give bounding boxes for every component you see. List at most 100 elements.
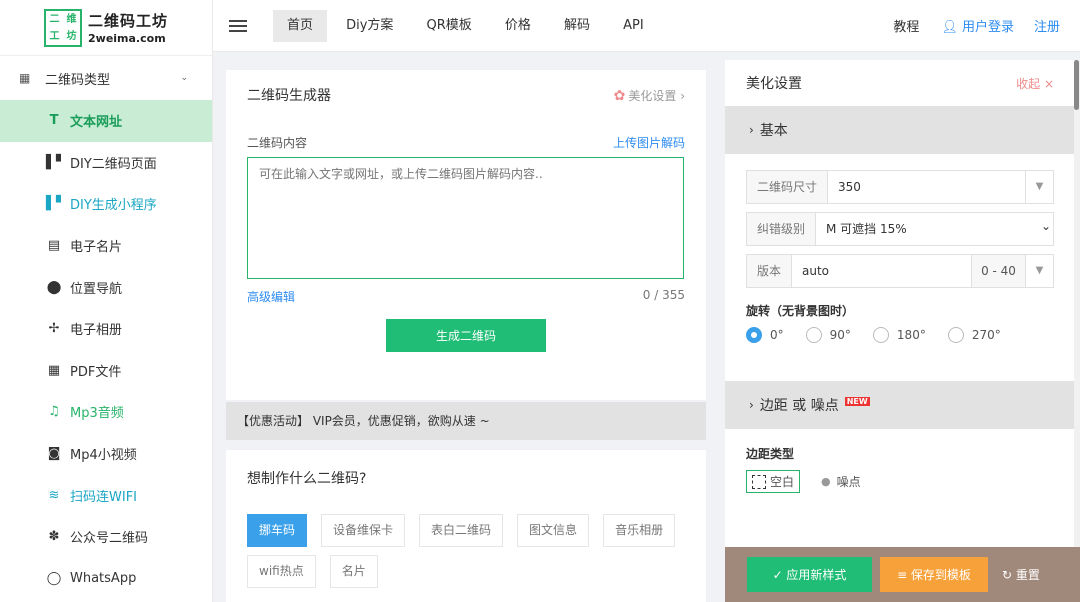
ecc-label: 纠错级别 [747,213,817,245]
qr-icon: ▦ [19,71,31,85]
ecc-select[interactable]: M 可遮挡 15% [816,210,1053,245]
scrollbar-thumb[interactable] [1074,60,1079,110]
margin-noise-label: 噪点 [836,475,861,489]
nav-home[interactable]: 首页 [273,9,328,42]
rotation-0[interactable]: 0° [746,327,784,343]
sidebar-item-text-url[interactable]: T 文本网址 [0,100,212,142]
chevron-down-icon: ⌄ [180,73,188,83]
hamburger-menu-icon[interactable] [229,17,247,35]
tag-maintenance-card[interactable]: 设备维保卡 [321,514,406,547]
user-icon: 👤︎ [941,20,962,35]
generate-qr-button[interactable]: 生成二维码 [386,319,546,352]
sidebar-item-wifi[interactable]: ≋ 扫码连WIFI [0,474,212,516]
rotation-title: 旋转（无背景图时） [746,304,855,318]
login-link[interactable]: 👤︎ 用户登录 [941,16,1014,35]
sidebar-item-whatsapp[interactable]: ◯ WhatsApp [0,558,212,600]
gear-icon: ✿ [613,87,626,104]
sidebar-item-mp3[interactable]: ♫ Mp3音频 [0,391,212,433]
tag-business-card[interactable]: 名片 [329,555,378,588]
nav-api[interactable]: API [609,10,658,42]
version-input[interactable]: auto [792,255,971,287]
sidebar-item-location[interactable]: ⬤ 位置导航 [0,266,212,308]
margin-noise-option[interactable]: ● 噪点 [816,471,866,492]
sidebar-item-label: 扫码连WIFI [70,489,137,505]
rotation-180[interactable]: 180° [872,327,926,343]
register-link[interactable]: 注册 [1034,16,1060,35]
nav-qr-templates[interactable]: QR模板 [413,10,486,42]
sidebar-item-label: 文本网址 [70,115,123,131]
sidebar-item-album[interactable]: ✢ 电子相册 [0,308,212,350]
collapse-button[interactable]: 收起 × [1016,75,1054,92]
nav-pricing[interactable]: 价格 [491,10,545,42]
section-basic[interactable]: › 基本 [725,106,1075,154]
rotation-270[interactable]: 270° [947,327,1001,343]
logo[interactable]: 二 维 工 坊 二维码工坊 2weima.com [0,0,212,56]
upload-decode-link[interactable]: 上传图片解码 [613,134,685,151]
margin-blank-option[interactable]: 空白 [746,470,801,493]
nav-decode[interactable]: 解码 [550,10,604,42]
generator-title: 二维码生成器 [247,88,331,104]
nav-diy-plan[interactable]: Diy方案 [332,10,407,42]
sidebar-item-mp4[interactable]: ◙ Mp4小视频 [0,433,212,475]
logo-icon: 二 维 工 坊 [44,8,82,47]
tag-graphic-info[interactable]: 图文信息 [517,514,590,547]
layout-icon: ▌▘ [46,154,66,170]
section-basic-label: 基本 [759,123,788,139]
logo-char: 工 [49,30,60,42]
sidebar-group-header[interactable]: ▦ 二维码类型 ⌄ [0,56,212,100]
version-dropdown-icon[interactable]: ▼ [1025,255,1053,287]
generator-header: 二维码生成器 ✿ 美化设置 › [247,70,685,120]
logo-char: 坊 [66,30,77,42]
top-right-links: 教程 👤︎ 用户登录 注册 [893,16,1060,35]
promo-banner[interactable]: 【优惠活动】 VIP会员，优惠促销，欲购从速 ~ [226,402,706,440]
logo-name: 二维码工坊 [88,12,169,30]
panel-header: 美化设置 收起 × [725,60,1075,106]
version-field: 版本 auto 0 - 40 ▼ [746,254,1054,288]
ecc-field: 纠错级别 M 可遮挡 15% [746,210,1054,246]
chevron-right-icon: › [749,123,754,137]
dashed-square-icon [752,474,766,489]
tag-confession[interactable]: 表白二维码 [419,514,504,547]
qr-type-suggestions: 想制作什么二维码? 挪车码 设备维保卡 表白二维码 图文信息 音乐相册 wifi… [226,450,706,602]
size-dropdown-icon[interactable]: ▼ [1025,171,1053,203]
advanced-edit-link[interactable]: 高级编辑 [247,288,295,305]
suggestions-title: 想制作什么二维码? [247,471,367,487]
radio-icon [746,327,762,343]
tag-music-album[interactable]: 音乐相册 [603,514,676,547]
beautify-label: 美化设置 › [628,88,685,103]
camera-icon: ◙ [47,446,61,462]
tag-wifi-hotspot[interactable]: wifi热点 [247,555,316,588]
qr-content-textarea[interactable] [247,157,684,279]
sidebar-item-label: DIY二维码页面 [70,156,157,172]
sidebar-item-label: DIY生成小程序 [70,198,157,214]
section-margin-noise[interactable]: › 边距 或 噪点 NEW [725,381,1075,429]
sidebar-item-label: PDF文件 [70,364,122,380]
app-root: 二 维 工 坊 二维码工坊 2weima.com ▦ 二维码类型 ⌄ T 文本网… [0,0,1080,602]
size-input[interactable]: 350 [828,171,1025,203]
reset-button[interactable]: ↻ 重置 [1002,566,1040,583]
margin-blank-label: 空白 [770,475,795,489]
margin-body: 边距类型 空白 ● 噪点 [725,445,1075,493]
apply-style-button[interactable]: ✓ 应用新样式 [747,557,872,592]
radio-icon [947,327,964,343]
beautify-panel: 美化设置 收起 × › 基本 二维码尺寸 350 ▼ 纠错级别 M 可遮挡 15… [725,60,1075,602]
panel-scrollbar[interactable] [1074,60,1080,602]
basic-body: 二维码尺寸 350 ▼ 纠错级别 M 可遮挡 15% 版本 auto 0 - 4… [725,154,1075,343]
radio-label: 180° [896,328,926,342]
sidebar-item-diy-miniprogram[interactable]: ▌▘ DIY生成小程序 [0,183,212,225]
tutorial-link[interactable]: 教程 [893,16,919,35]
beautify-settings-link[interactable]: ✿ 美化设置 › [614,87,685,104]
tag-list: 挪车码 设备维保卡 表白二维码 图文信息 音乐相册 wifi热点 名片 [247,514,687,588]
radio-label: 0° [770,328,784,342]
sidebar-item-pdf[interactable]: ▦ PDF文件 [0,350,212,392]
sidebar-item-business-card[interactable]: ▤ 电子名片 [0,225,212,267]
sidebar-item-wechat-official[interactable]: ✽ 公众号二维码 [0,516,212,558]
save-template-button[interactable]: ≡ 保存到模板 [880,557,988,592]
pinwheel-icon: ✢ [48,321,60,337]
tag-move-car[interactable]: 挪车码 [247,514,308,547]
sidebar-item-diy-page[interactable]: ▌▘ DIY二维码页面 [0,142,212,184]
rotation-90[interactable]: 90° [805,327,851,343]
main-nav: 首页 Diy方案 QR模板 价格 解码 API [273,9,658,42]
content-label: 二维码内容 [247,136,308,150]
wechat-icon: ✽ [48,529,60,545]
